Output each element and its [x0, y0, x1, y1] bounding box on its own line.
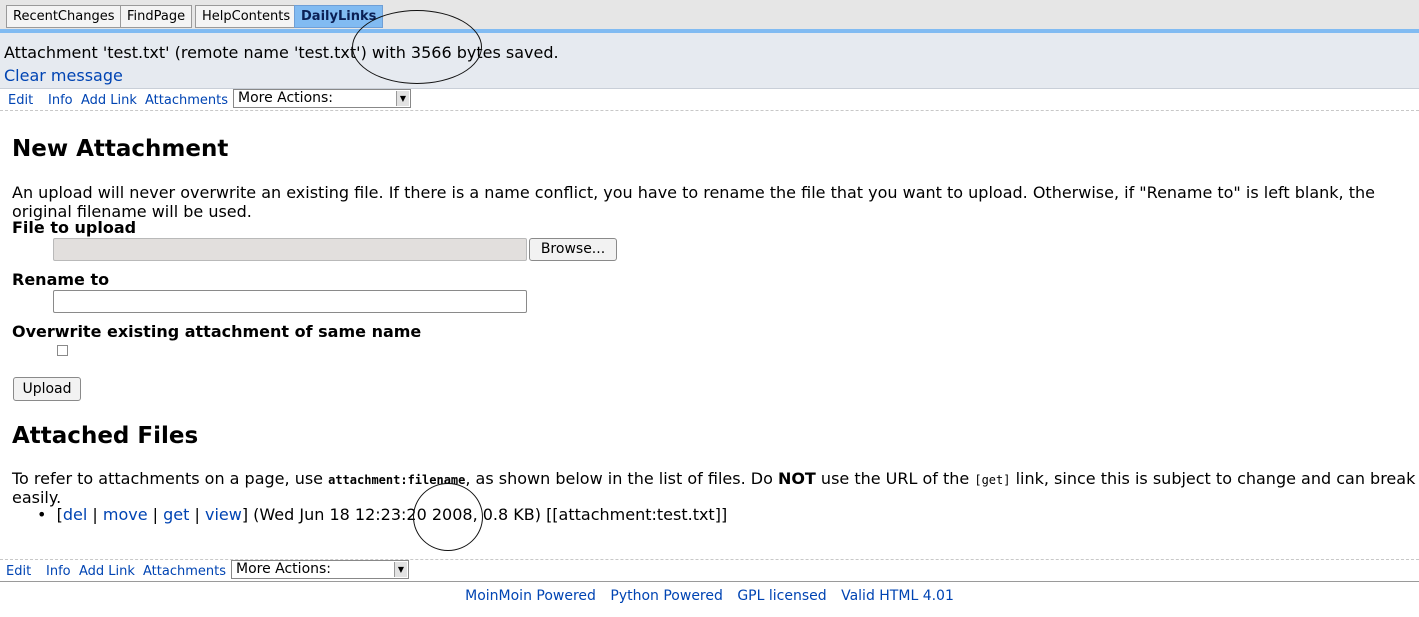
navigation-bar: RecentChanges FindPage HelpContents Dail…	[0, 0, 1419, 29]
nav-tab-help-contents[interactable]: HelpContents	[195, 5, 298, 28]
view-link[interactable]: view	[205, 505, 242, 524]
footer-divider	[0, 581, 1419, 582]
more-actions-select[interactable]: More Actions: ▼	[233, 89, 411, 108]
overwrite-checkbox[interactable]	[57, 345, 68, 356]
message-box: Attachment 'test.txt' (remote name 'test…	[0, 33, 1419, 89]
more-actions-label: More Actions:	[238, 90, 334, 106]
note-text: , as shown below in the list of files. D…	[465, 469, 778, 488]
dropdown-arrow-icon: ▼	[394, 562, 407, 577]
edit-link[interactable]: Edit	[8, 93, 33, 108]
new-attachment-heading: New Attachment	[12, 136, 229, 162]
message-text: Attachment 'test.txt' (remote name 'test…	[4, 43, 559, 62]
attachments-link[interactable]: Attachments	[145, 93, 228, 108]
note-text: use the URL of the	[815, 469, 975, 488]
more-actions-label: More Actions:	[236, 561, 332, 577]
note-not-emphasis: NOT	[777, 469, 816, 488]
divider	[0, 110, 1419, 112]
rename-to-label: Rename to	[12, 270, 110, 289]
clear-message-link[interactable]: Clear message	[4, 66, 123, 85]
get-link[interactable]: get	[163, 505, 189, 524]
get-link-code: [get]	[974, 473, 1011, 487]
attached-files-heading: Attached Files	[12, 423, 199, 449]
attachment-list-item: • [del | move | get | view] (Wed Jun 18 …	[37, 505, 728, 524]
more-actions-select[interactable]: More Actions: ▼	[231, 560, 409, 579]
edit-link[interactable]: Edit	[6, 564, 31, 579]
footer-link-gpl[interactable]: GPL licensed	[737, 588, 826, 604]
dropdown-arrow-icon: ▼	[396, 91, 409, 106]
footer: MoinMoin Powered Python Powered GPL lice…	[0, 588, 1419, 604]
attachment-usage-note: To refer to attachments on a page, use a…	[12, 469, 1419, 507]
attachment-date: Wed Jun 18 12:23:20 2008	[259, 505, 473, 524]
footer-link-moinmoin[interactable]: MoinMoin Powered	[465, 588, 596, 604]
footer-link-valid-html[interactable]: Valid HTML 4.01	[841, 588, 954, 604]
rename-to-input[interactable]	[53, 290, 527, 313]
nav-tab-daily-links[interactable]: DailyLinks	[294, 5, 384, 28]
upload-description: An upload will never overwrite an existi…	[12, 183, 1375, 221]
note-text: To refer to attachments on a page, use	[12, 469, 329, 488]
edit-bar-bottom: Edit Info Add Link Attachments More Acti…	[0, 560, 1419, 582]
file-upload-field[interactable]	[53, 238, 527, 261]
footer-link-python[interactable]: Python Powered	[610, 588, 723, 604]
attachment-syntax-code: attachment:filename	[328, 473, 466, 487]
browse-button[interactable]: Browse...	[529, 238, 617, 261]
file-to-upload-label: File to upload	[12, 218, 137, 237]
delete-link[interactable]: del	[63, 505, 87, 524]
nav-tab-recent-changes[interactable]: RecentChanges	[6, 5, 122, 28]
attachment-size: 0.8 KB	[482, 505, 535, 524]
attachments-link[interactable]: Attachments	[143, 564, 226, 579]
attachment-reference: [[attachment:test.txt]]	[546, 505, 728, 524]
info-link[interactable]: Info	[46, 564, 71, 579]
nav-tab-find-page[interactable]: FindPage	[120, 5, 193, 28]
bullet-icon: •	[37, 505, 47, 524]
add-link-link[interactable]: Add Link	[81, 93, 137, 108]
add-link-link[interactable]: Add Link	[79, 564, 135, 579]
overwrite-label: Overwrite existing attachment of same na…	[12, 322, 422, 341]
info-link[interactable]: Info	[48, 93, 73, 108]
upload-button[interactable]: Upload	[13, 377, 81, 401]
edit-bar-top: Edit Info Add Link Attachments More Acti…	[0, 89, 1419, 111]
move-link[interactable]: move	[103, 505, 148, 524]
